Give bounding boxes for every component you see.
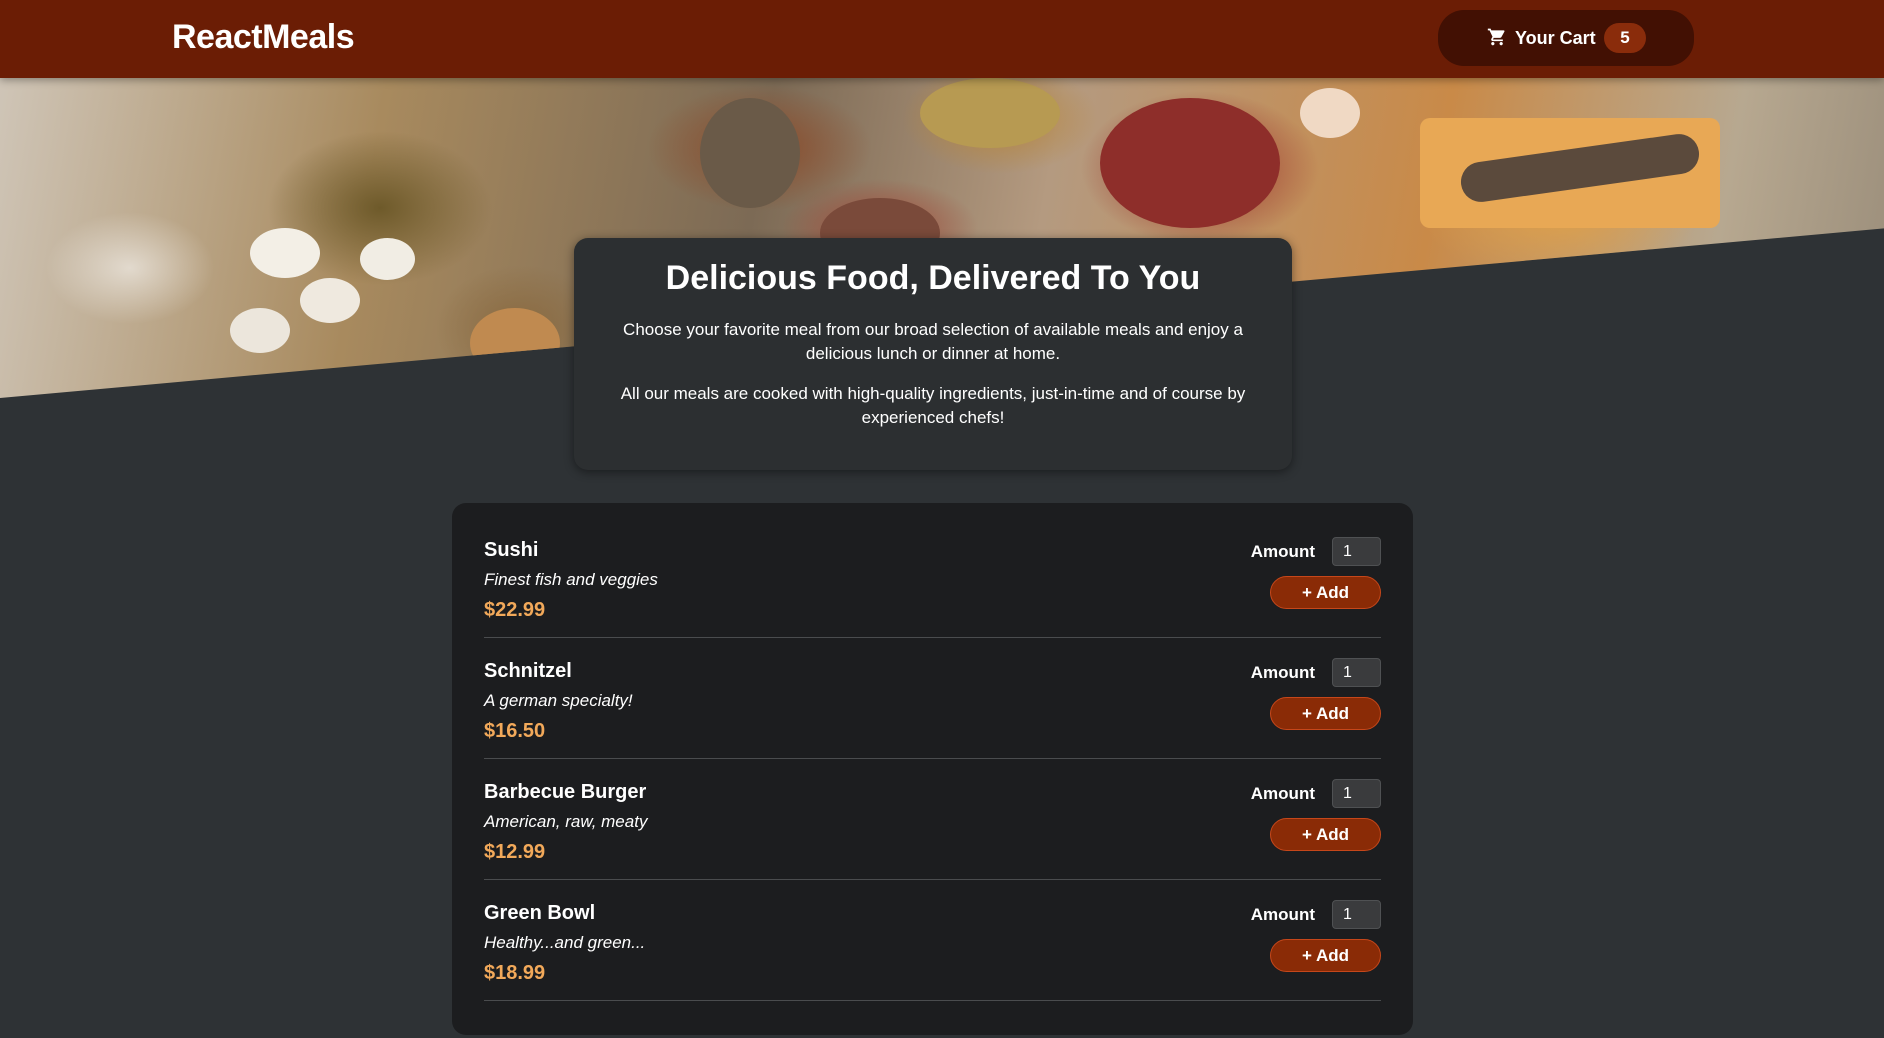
meal-name: Sushi [484,539,539,561]
cart-button[interactable]: Your Cart 5 [1438,10,1694,66]
summary-paragraph: All our meals are cooked with high-quali… [620,384,1246,427]
meal-item: Sushi Finest fish and veggies $22.99 Amo… [484,517,1381,638]
amount-input[interactable] [1332,900,1381,929]
add-to-cart-button[interactable]: + Add [1270,818,1381,851]
add-to-cart-button[interactable]: + Add [1270,576,1381,609]
amount-label: Amount [1250,663,1315,682]
meal-item: Barbecue Burger American, raw, meaty $12… [484,759,1381,880]
meal-name: Barbecue Burger [484,781,647,803]
meal-price: $18.99 [484,962,546,984]
amount-input[interactable] [1332,658,1381,687]
meal-name: Green Bowl [484,902,596,924]
app-logo: ReactMeals [172,18,355,56]
meal-price: $16.50 [484,720,546,742]
meal-item: Green Bowl Healthy...and green... $18.99… [484,880,1381,1001]
meal-description: A german specialty! [484,691,633,710]
meal-price: $22.99 [484,599,546,621]
amount-label: Amount [1250,542,1315,561]
shopping-cart-icon [1487,28,1505,46]
meal-description: American, raw, meaty [484,812,648,831]
meals-list-card: Sushi Finest fish and veggies $22.99 Amo… [452,503,1413,1035]
meal-price: $12.99 [484,841,546,863]
amount-input[interactable] [1332,537,1381,566]
meal-description: Finest fish and veggies [484,570,658,589]
summary-paragraph: Choose your favorite meal from our broad… [623,320,1243,363]
add-to-cart-button[interactable]: + Add [1270,697,1381,730]
summary-title: Delicious Food, Delivered To You [665,259,1201,297]
amount-label: Amount [1250,784,1315,803]
amount-input[interactable] [1332,779,1381,808]
add-to-cart-button[interactable]: + Add [1270,939,1381,972]
amount-label: Amount [1250,905,1315,924]
meal-description: Healthy...and green... [484,933,646,952]
summary-card: Delicious Food, Delivered To You Choose … [574,238,1292,470]
cart-count-badge: 5 [1604,23,1646,53]
meal-name: Schnitzel [484,660,572,682]
app-header: ReactMeals Your Cart 5 [0,0,1884,78]
cart-label: Your Cart [1515,28,1596,48]
meal-item: Schnitzel A german specialty! $16.50 Amo… [484,638,1381,759]
